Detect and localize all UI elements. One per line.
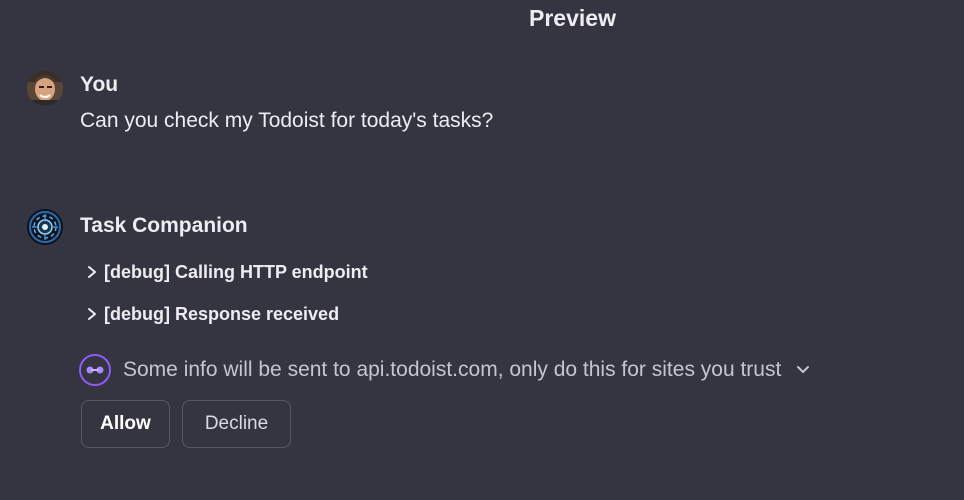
debug-item-calling-endpoint[interactable]: [debug] Calling HTTP endpoint	[86, 260, 368, 284]
page-title: Preview	[529, 5, 616, 31]
user-author-name: You	[80, 73, 119, 96]
plugin-icon	[79, 354, 111, 386]
user-message-text: Can you check my Todoist for today's tas…	[80, 109, 494, 132]
decline-button[interactable]: Decline	[182, 400, 291, 448]
consent-text: Some info will be sent to api.todoist.co…	[123, 358, 782, 381]
assistant-avatar	[27, 209, 63, 245]
user-avatar	[27, 70, 63, 106]
debug-item-response-received[interactable]: [debug] Response received	[86, 302, 339, 326]
consent-notice: Some info will be sent to api.todoist.co…	[79, 354, 811, 386]
debug-item-label: [debug] Response received	[104, 303, 340, 324]
chevron-right-icon	[88, 308, 96, 320]
chevron-right-icon	[88, 266, 96, 278]
assistant-author-name: Task Companion	[80, 214, 248, 237]
allow-button[interactable]: Allow	[81, 400, 170, 448]
chevron-down-icon[interactable]	[795, 364, 811, 376]
debug-item-label: [debug] Calling HTTP endpoint	[104, 261, 368, 282]
chat-preview: Preview You Can you check my Todoist for…	[0, 0, 964, 500]
